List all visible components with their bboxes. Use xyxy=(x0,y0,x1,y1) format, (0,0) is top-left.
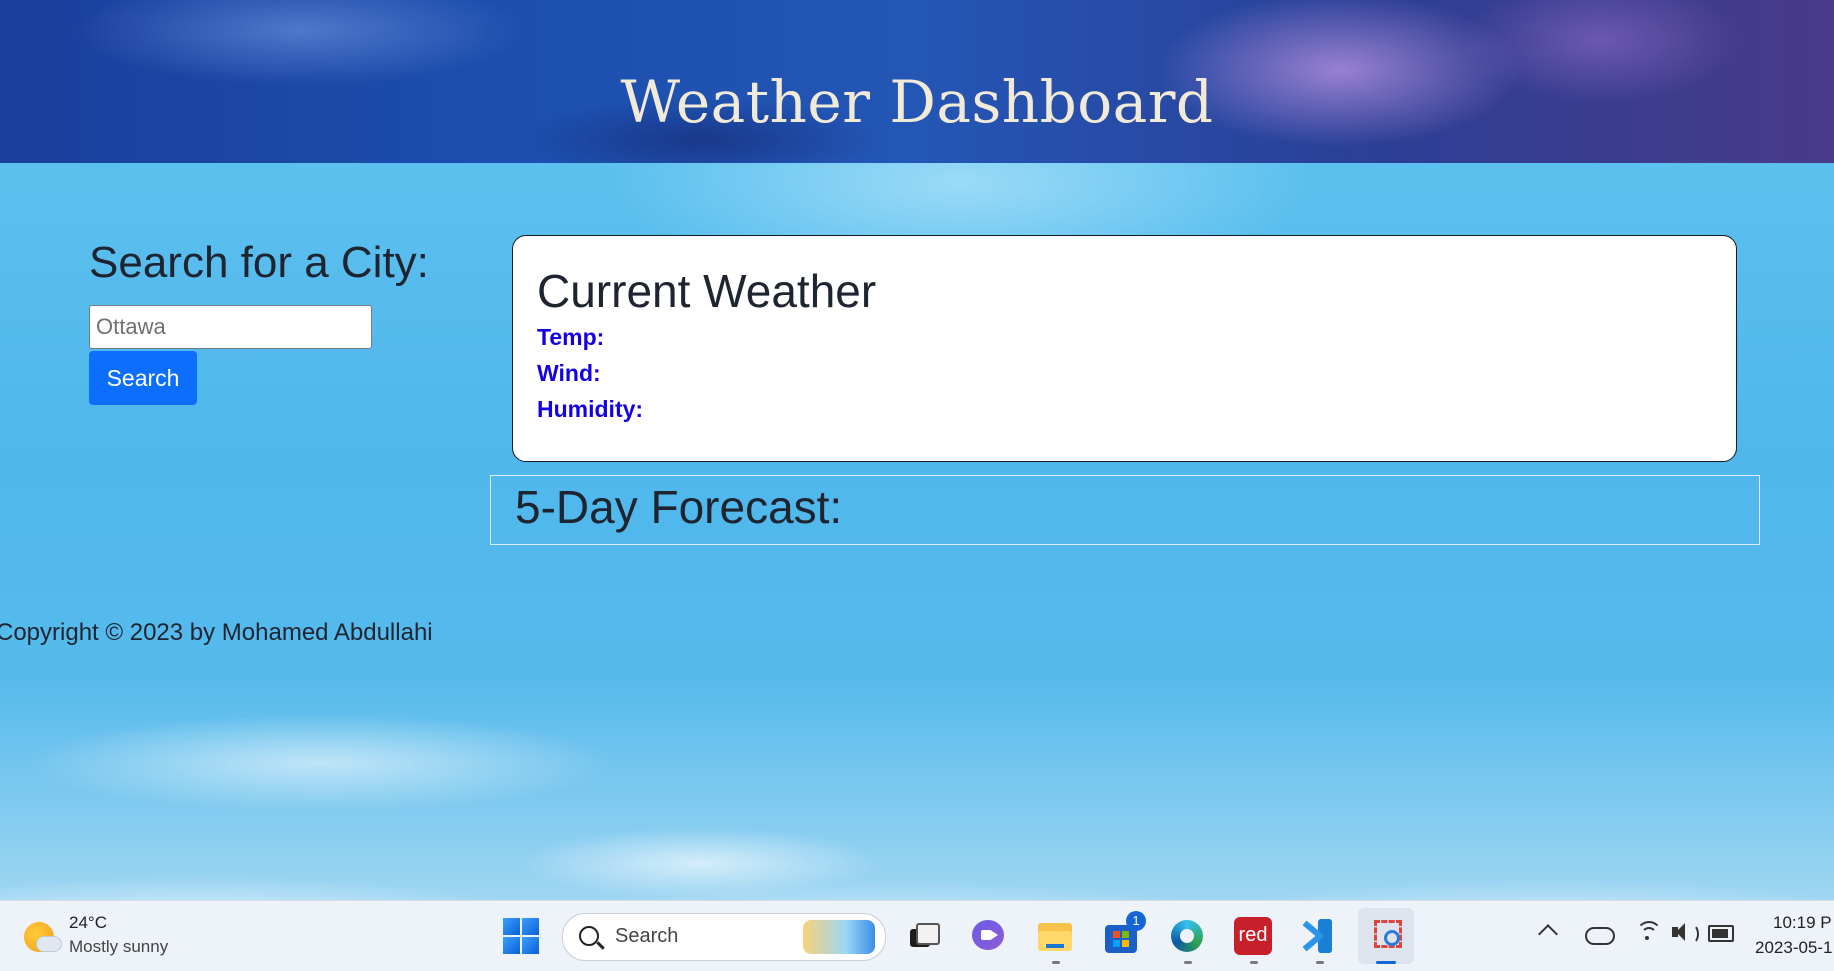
vscode-icon[interactable] xyxy=(1300,917,1338,955)
widget-temperature: 24°C xyxy=(69,913,107,932)
running-indicator xyxy=(1316,961,1324,964)
volume-icon[interactable] xyxy=(1672,921,1699,944)
running-indicator xyxy=(1184,961,1192,964)
forecast-title: 5-Day Forecast: xyxy=(515,481,843,533)
widget-condition: Mostly sunny xyxy=(69,937,169,956)
temp-label: Temp: xyxy=(537,324,605,350)
running-indicator xyxy=(1052,961,1060,964)
humidity-label: Humidity: xyxy=(537,396,644,422)
page-header: Weather Dashboard xyxy=(0,0,1834,163)
page-title: Weather Dashboard xyxy=(620,68,1214,136)
clock-time[interactable]: 10:19 P xyxy=(1773,913,1832,933)
clock-date[interactable]: 2023-05-1 xyxy=(1755,938,1833,958)
edge-icon[interactable] xyxy=(1168,917,1206,955)
footer-copyright: Copyright © 2023 by Mohamed Abdullahi xyxy=(0,619,433,646)
forecast-section: 5-Day Forecast: xyxy=(490,475,1760,545)
taskbar-search-box[interactable]: Search xyxy=(562,913,886,961)
microsoft-store-icon[interactable]: 1 xyxy=(1102,911,1146,955)
weather-widget[interactable]: 24°C Mostly sunny xyxy=(22,911,192,961)
start-icon[interactable] xyxy=(502,917,540,955)
red-app-icon[interactable]: red xyxy=(1234,917,1272,955)
file-explorer-icon[interactable] xyxy=(1036,917,1074,955)
search-heading: Search for a City: xyxy=(89,238,429,287)
cloud-icon xyxy=(36,936,62,952)
city-search-input[interactable] xyxy=(89,305,372,349)
current-weather-title: Current Weather xyxy=(537,265,877,317)
wind-label: Wind: xyxy=(537,360,601,386)
active-indicator xyxy=(1376,961,1396,964)
current-weather-card: Current Weather Temp: Wind: Humidity: xyxy=(512,235,1737,462)
onedrive-icon[interactable] xyxy=(1585,927,1615,945)
wifi-icon[interactable] xyxy=(1636,919,1662,941)
search-highlight-icon xyxy=(803,920,875,954)
running-indicator xyxy=(1250,961,1258,964)
chevron-up-icon[interactable] xyxy=(1538,924,1558,944)
battery-icon[interactable] xyxy=(1708,925,1734,942)
taskbar: 24°C Mostly sunny Search 1 red 10:19 P 2… xyxy=(0,900,1834,971)
search-icon xyxy=(579,926,599,946)
taskbar-search-label: Search xyxy=(615,925,679,947)
teams-chat-icon[interactable] xyxy=(970,917,1008,955)
search-button[interactable]: Search xyxy=(89,351,197,405)
red-app-label: red xyxy=(1238,924,1268,946)
snipping-tool-icon[interactable] xyxy=(1358,908,1414,964)
notification-badge: 1 xyxy=(1126,911,1146,931)
task-view-icon[interactable] xyxy=(902,917,940,955)
